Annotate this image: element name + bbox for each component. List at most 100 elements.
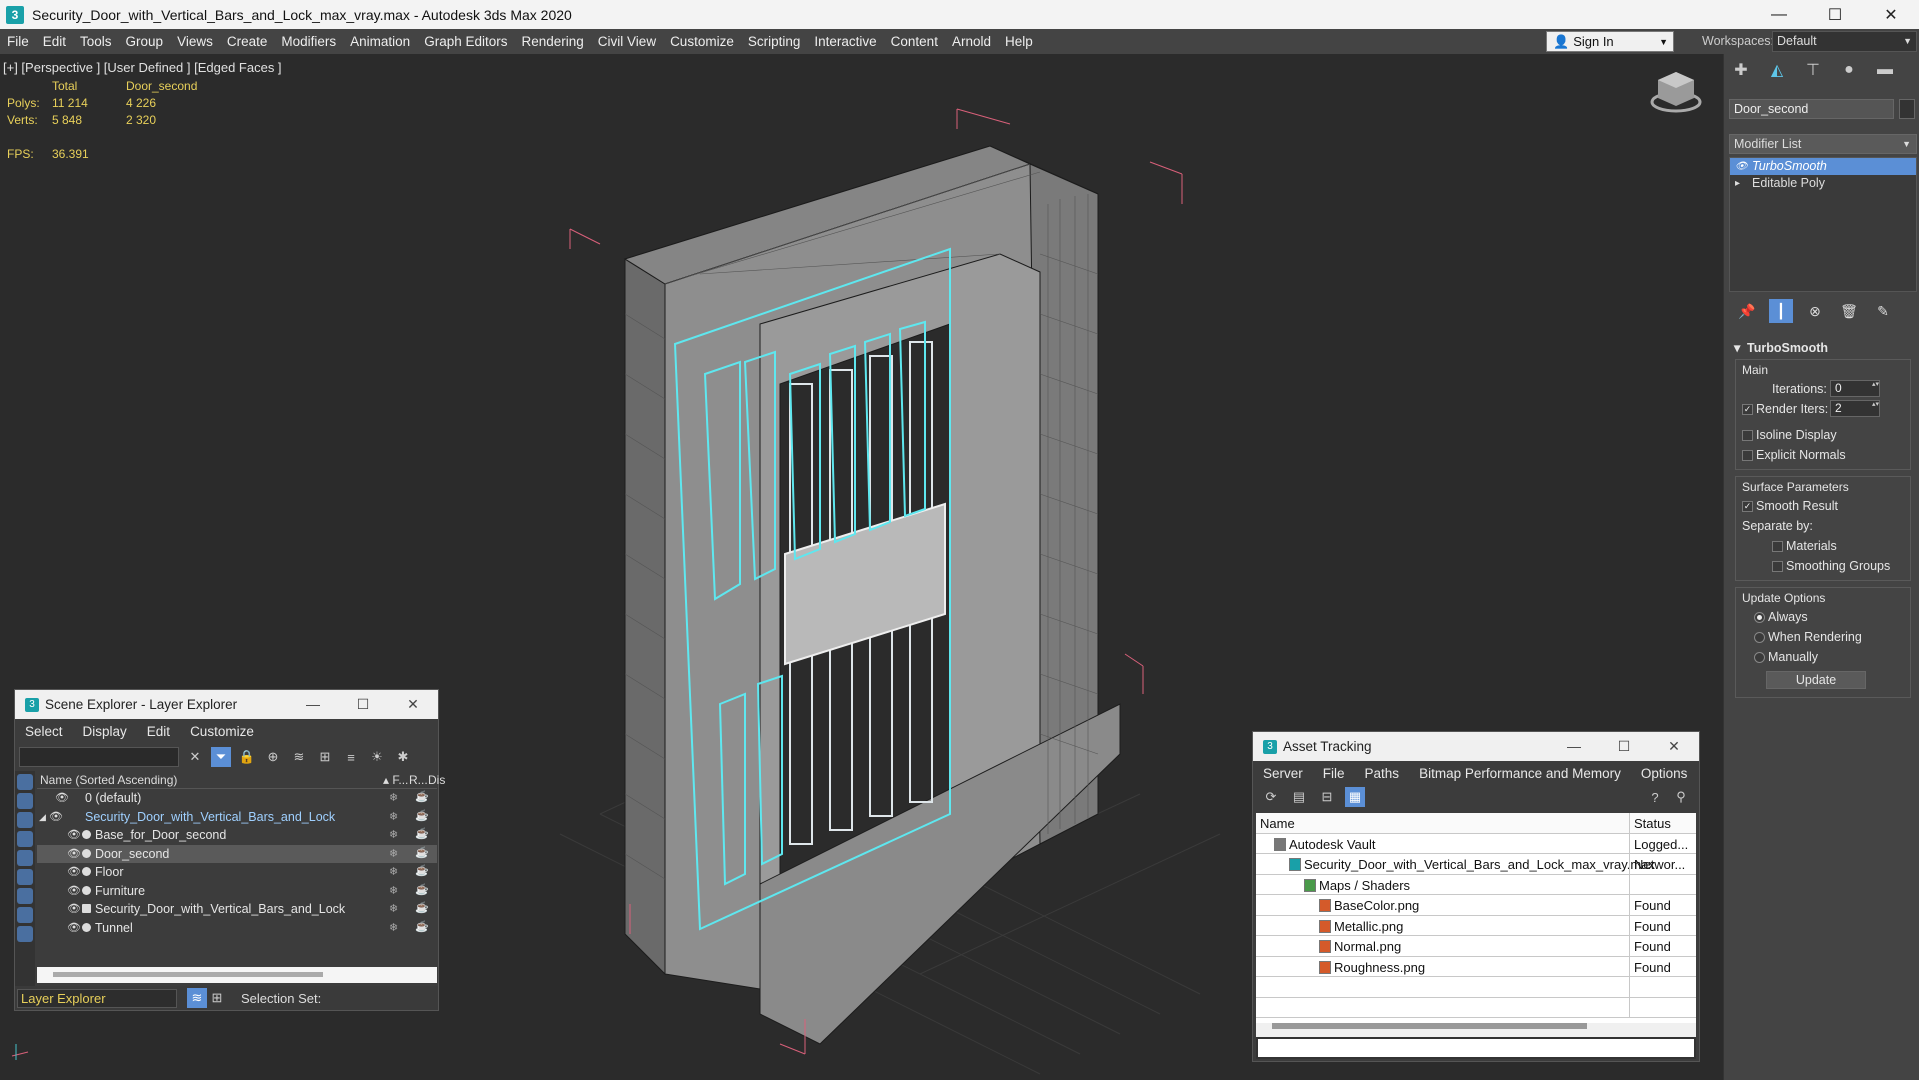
horizontal-scrollbar[interactable] xyxy=(37,967,437,983)
stack-item-editable-poly[interactable]: ▸ Editable Poly xyxy=(1730,175,1916,192)
menu-interactive[interactable]: Interactive xyxy=(807,29,883,54)
show-end-result-icon[interactable]: ┃ xyxy=(1769,299,1793,323)
list-item[interactable]: 👁 Door_second ❄ ☕ xyxy=(37,844,437,863)
menu-graph-editors[interactable]: Graph Editors xyxy=(417,29,514,54)
menu-help[interactable]: Help xyxy=(998,29,1040,54)
menu-rendering[interactable]: Rendering xyxy=(515,29,591,54)
table-row[interactable]: Roughness.png Found xyxy=(1256,956,1696,977)
stack-item-turbosmooth[interactable]: 👁 TurboSmooth xyxy=(1730,158,1916,175)
explorer-type-select[interactable]: Layer Explorer xyxy=(17,988,177,1008)
menu-scripting[interactable]: Scripting xyxy=(741,29,808,54)
menu-views[interactable]: Views xyxy=(170,29,220,54)
render-icon[interactable]: ☕ xyxy=(415,883,429,896)
render-iters-spinner[interactable]: 2 xyxy=(1830,400,1880,417)
smoothing-groups-checkbox[interactable] xyxy=(1772,561,1783,572)
render-icon[interactable]: ☕ xyxy=(415,827,429,840)
at-menu-paths[interactable]: Paths xyxy=(1355,766,1410,781)
scrollbar-thumb[interactable] xyxy=(53,972,323,977)
update-button[interactable]: Update xyxy=(1766,671,1866,689)
eye-icon[interactable]: 👁 xyxy=(67,847,81,860)
display-tab-icon[interactable]: ▬ xyxy=(1874,59,1896,81)
pin-stack-icon[interactable]: 📌 xyxy=(1735,299,1759,323)
list-item[interactable]: 👁 Floor ❄ ☕ xyxy=(37,863,437,882)
list-item[interactable]: ◢ 👁 Security_Door_with_Vertical_Bars_and_L… xyxy=(37,808,437,827)
render-icon[interactable]: ☕ xyxy=(415,901,429,914)
clear-search-icon[interactable]: ✕ xyxy=(185,747,205,767)
help-icon[interactable]: ? xyxy=(1645,787,1665,807)
list-item[interactable]: 👁 Base_for_Door_second ❄ ☕ xyxy=(37,826,437,845)
configure-modifier-sets-icon[interactable]: ✎ xyxy=(1871,299,1895,323)
rollout-header[interactable]: TurboSmooth xyxy=(1729,339,1917,357)
add-layer-icon[interactable]: ⊕ xyxy=(263,747,283,767)
smooth-result-checkbox[interactable]: ✓ xyxy=(1742,501,1753,512)
scene-search-input[interactable] xyxy=(19,747,179,767)
layers-icon[interactable]: ≋ xyxy=(289,747,309,767)
lock-icon[interactable]: 🔒 xyxy=(237,747,257,767)
minimize-button[interactable]: — xyxy=(1751,0,1807,29)
table-row[interactable]: Metallic.png Found xyxy=(1256,915,1696,936)
render-icon[interactable]: ☕ xyxy=(415,920,429,933)
close-button[interactable]: ✕ xyxy=(1649,732,1699,761)
scrollbar-thumb[interactable] xyxy=(1272,1023,1587,1029)
at-menu-server[interactable]: Server xyxy=(1253,766,1313,781)
maximize-button[interactable]: ☐ xyxy=(1807,0,1863,29)
freeze-icon[interactable]: ❄ xyxy=(389,921,398,934)
eye-icon[interactable]: 👁 xyxy=(67,884,81,897)
table-row[interactable]: Maps / Shaders xyxy=(1256,874,1696,895)
hierarchy-icon[interactable]: ⊞ xyxy=(207,988,227,1008)
table-row[interactable]: Autodesk Vault Logged... xyxy=(1256,833,1696,854)
cameras-filter-icon[interactable] xyxy=(17,831,33,847)
menu-create[interactable]: Create xyxy=(220,29,275,54)
always-radio[interactable] xyxy=(1754,612,1765,623)
object-color-swatch[interactable] xyxy=(1899,99,1915,119)
freeze-icon[interactable]: ❄ xyxy=(389,902,398,915)
maximize-button[interactable]: ☐ xyxy=(338,690,388,719)
render-icon[interactable]: ☕ xyxy=(415,846,429,859)
column-render[interactable]: R... xyxy=(409,773,428,787)
at-menu-file[interactable]: File xyxy=(1313,766,1355,781)
list-item[interactable]: 👁 0 (default) ❄ ☕ xyxy=(37,789,437,808)
freeze-icon[interactable]: ❄ xyxy=(389,828,398,841)
table-row[interactable]: BaseColor.png Found xyxy=(1256,895,1696,916)
se-menu-customize[interactable]: Customize xyxy=(180,724,264,739)
table-row[interactable]: Normal.png Found xyxy=(1256,936,1696,957)
when-rendering-radio[interactable] xyxy=(1754,632,1765,643)
render-iters-checkbox[interactable]: ✓ xyxy=(1742,404,1753,415)
render-icon[interactable]: ☕ xyxy=(415,864,429,877)
menu-edit[interactable]: Edit xyxy=(36,29,73,54)
bones-filter-icon[interactable] xyxy=(17,926,33,942)
settings-icon[interactable]: ✱ xyxy=(393,747,413,767)
helpers-filter-icon[interactable] xyxy=(17,850,33,866)
menu-content[interactable]: Content xyxy=(884,29,945,54)
menu-civil-view[interactable]: Civil View xyxy=(591,29,663,54)
remove-modifier-icon[interactable]: 🗑 xyxy=(1837,299,1861,323)
close-button[interactable]: ✕ xyxy=(388,690,438,719)
eye-icon[interactable]: 👁 xyxy=(67,865,81,878)
freeze-icon[interactable]: ❄ xyxy=(389,791,398,804)
eye-icon[interactable]: 👁 xyxy=(67,921,81,934)
stack-icon[interactable]: ≡ xyxy=(341,747,361,767)
at-menu-options[interactable]: Options xyxy=(1631,766,1698,781)
layers-icon[interactable]: ≋ xyxy=(187,988,207,1008)
menu-customize[interactable]: Customize xyxy=(663,29,741,54)
menu-modifiers[interactable]: Modifiers xyxy=(274,29,343,54)
minimize-button[interactable]: — xyxy=(288,690,338,719)
list-item[interactable]: 👁 Security_Door_with_Vertical_Bars_and_Lo… xyxy=(37,900,437,919)
column-name[interactable]: Name xyxy=(1260,816,1295,831)
maximize-button[interactable]: ☐ xyxy=(1599,732,1649,761)
hierarchy-icon[interactable]: ⊞ xyxy=(315,747,335,767)
list-item[interactable]: 👁 Tunnel ❄ ☕ xyxy=(37,919,437,938)
list-item[interactable]: 👁 Furniture ❄ ☕ xyxy=(37,882,437,901)
render-icon[interactable]: ☕ xyxy=(415,790,429,803)
tree-view-icon[interactable]: ⊟ xyxy=(1317,787,1337,807)
freeze-icon[interactable]: ❄ xyxy=(389,865,398,878)
modifier-list-dropdown[interactable]: Modifier List ▼ xyxy=(1729,134,1917,154)
menu-animation[interactable]: Animation xyxy=(343,29,417,54)
menu-arnold[interactable]: Arnold xyxy=(945,29,998,54)
object-name-field[interactable]: Door_second xyxy=(1729,99,1894,119)
explicit-normals-checkbox[interactable] xyxy=(1742,450,1753,461)
expand-arrow-icon[interactable]: ◢ xyxy=(39,812,46,823)
freeze-icon[interactable]: ❄ xyxy=(389,884,398,897)
minimize-button[interactable]: — xyxy=(1549,732,1599,761)
light-icon[interactable]: ☀ xyxy=(367,747,387,767)
